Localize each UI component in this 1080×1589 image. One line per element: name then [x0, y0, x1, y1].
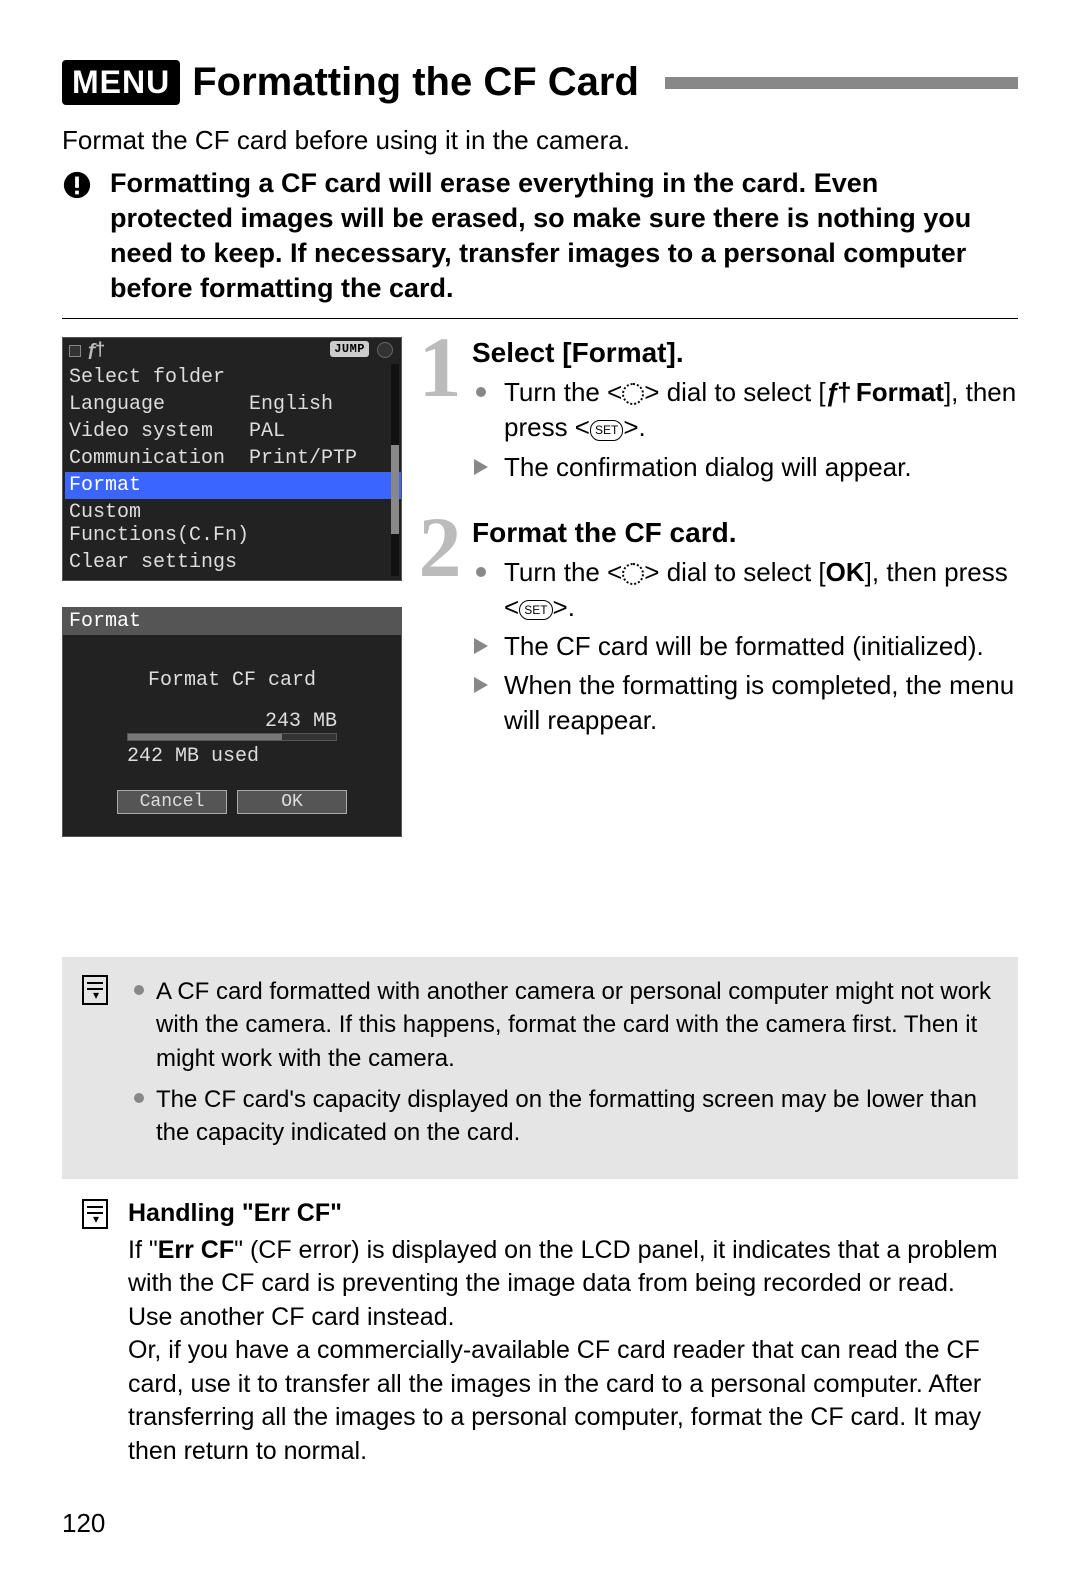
jump-badge: JUMP — [330, 341, 369, 357]
step-bullet: Turn the <> dial to select [ƒ† Format], … — [498, 375, 1018, 445]
main-content: ƒ† JUMP Select folderLanguageEnglishVide… — [62, 337, 1018, 837]
instruction-step: 1 Select [Format]. Turn the <> dial to s… — [412, 337, 1018, 488]
steps-column: 1 Select [Format]. Turn the <> dial to s… — [412, 337, 1018, 837]
lcd-menu-item: Clear settings — [63, 549, 401, 576]
intro-text: Format the CF card before using it in th… — [62, 125, 1018, 156]
lcd-format-title: Format — [63, 608, 401, 635]
lcd-cancel-button: Cancel — [117, 790, 227, 814]
note-bullet: A CF card formatted with another camera … — [128, 975, 998, 1074]
lcd-menu-screenshot: ƒ† JUMP Select folderLanguageEnglishVide… — [62, 337, 402, 581]
instruction-step: 2 Format the CF card. Turn the <> dial t… — [412, 517, 1018, 742]
step-bullet: The CF card will be formatted (initializ… — [498, 629, 1018, 664]
step-title: Format the CF card. — [472, 517, 1018, 549]
lcd-menu-item: CommunicationPrint/PTP — [63, 445, 401, 472]
lcd-ok-button: OK — [237, 790, 347, 814]
step-title: Select [Format]. — [472, 337, 1018, 369]
set-icon: SET — [590, 420, 623, 440]
warning-block: Formatting a CF card will erase everythi… — [62, 166, 1018, 319]
step-number: 1 — [412, 337, 468, 488]
step-bullet: The confirmation dialog will appear. — [498, 450, 1018, 485]
err-cf-title: Handling "Err CF" — [128, 1199, 998, 1228]
lcd-menu-item: Video systemPAL — [63, 418, 401, 445]
menu-badge: MENU — [62, 60, 180, 105]
step-bullet: Turn the <> dial to select [OK], then pr… — [498, 555, 1018, 625]
note-page-icon: ▾ — [82, 1199, 112, 1469]
note-bullet: The CF card's capacity displayed on the … — [128, 1083, 998, 1149]
lcd-menu-item: Format — [63, 472, 401, 499]
lcd-scrollbar — [391, 364, 399, 576]
lcd-menu-list: Select folderLanguageEnglishVideo system… — [63, 364, 401, 580]
page-title: Formatting the CF Card — [192, 60, 639, 105]
lcd-tab-bar: ƒ† JUMP — [63, 338, 401, 364]
lcd-format-line: Format CF card — [73, 669, 391, 692]
exclamation-icon — [62, 166, 96, 306]
lcd-menu-item: Custom Functions(C.Fn) — [63, 499, 401, 549]
dial-icon — [622, 383, 644, 405]
lcd-menu-item: Select folder — [63, 364, 401, 391]
note-page-icon: ▾ — [82, 975, 112, 1157]
tab-dot-icon — [69, 345, 81, 357]
lcd-column: ƒ† JUMP Select folderLanguageEnglishVide… — [62, 337, 402, 837]
record-dot-icon — [377, 342, 393, 358]
set-icon: SET — [519, 600, 552, 620]
warning-text: Formatting a CF card will erase everythi… — [110, 166, 1018, 306]
page-number: 120 — [62, 1508, 1018, 1539]
lcd-used-size: 242 MB used — [127, 745, 259, 768]
step-bullet: When the formatting is completed, the me… — [498, 668, 1018, 738]
note-body: A CF card formatted with another camera … — [128, 975, 998, 1157]
err-cf-body-2: Or, if you have a commercially-available… — [128, 1334, 998, 1468]
page-title-row: MENU Formatting the CF Card — [62, 60, 1018, 105]
note-box: ▾ A CF card formatted with another camer… — [62, 957, 1018, 1179]
lcd-progress-bar — [127, 733, 337, 741]
err-cf-body: If "Err CF" (CF error) is displayed on t… — [128, 1234, 998, 1335]
lcd-format-screenshot: Format Format CF card 243 MB 242 MB used… — [62, 607, 402, 837]
wrench-icon: ƒ† — [87, 341, 107, 361]
wrench-icon: ƒ† — [826, 377, 849, 407]
step-number: 2 — [412, 517, 468, 742]
dial-icon — [622, 563, 644, 585]
lcd-menu-item: LanguageEnglish — [63, 391, 401, 418]
title-rule — [665, 77, 1018, 89]
err-cf-section: ▾ Handling "Err CF" If "Err CF" (CF erro… — [62, 1195, 1018, 1469]
lcd-total-size: 243 MB — [265, 710, 337, 733]
